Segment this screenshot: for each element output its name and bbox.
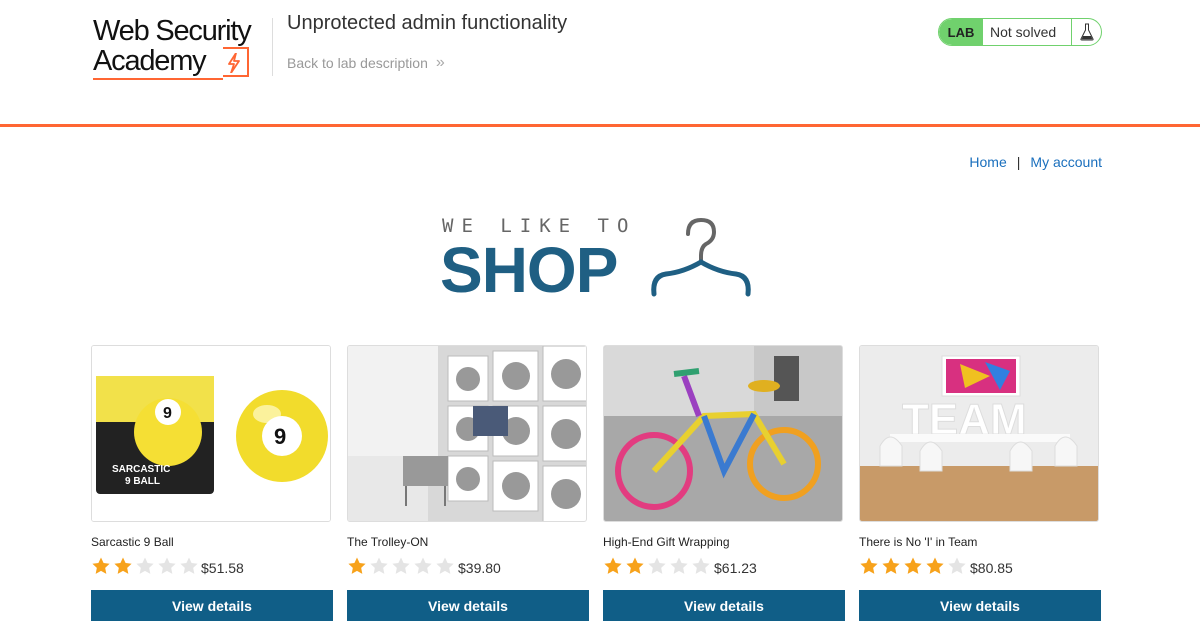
shop-hero-banner: WE LIKE TO SHOP bbox=[440, 213, 760, 308]
svg-text:9 BALL: 9 BALL bbox=[125, 476, 160, 487]
star-empty-icon bbox=[180, 557, 198, 574]
lab-title: Unprotected admin functionality bbox=[287, 12, 568, 34]
star-empty-icon bbox=[436, 557, 454, 574]
double-chevron-right-icon: » bbox=[435, 54, 445, 71]
lab-badge: LAB bbox=[939, 19, 983, 45]
product-price: $51.58 bbox=[201, 560, 244, 576]
star-filled-icon bbox=[926, 557, 944, 574]
logo-underline bbox=[93, 78, 223, 80]
star-filled-icon bbox=[114, 557, 132, 574]
star-empty-icon bbox=[948, 557, 966, 574]
my-account-link[interactable]: My account bbox=[1030, 154, 1102, 170]
top-navigation: Home | My account bbox=[969, 154, 1102, 170]
star-empty-icon bbox=[670, 557, 688, 574]
product-name: High-End Gift Wrapping bbox=[603, 535, 730, 549]
product-rating bbox=[859, 555, 969, 577]
lab-status-widget: LAB Not solved bbox=[938, 18, 1102, 46]
laundromat-trolley-image[interactable] bbox=[347, 345, 587, 522]
svg-text:9: 9 bbox=[163, 405, 172, 422]
star-empty-icon bbox=[136, 557, 154, 574]
logo-line-1: Web Security bbox=[93, 15, 252, 47]
product-name: The Trolley-ON bbox=[347, 535, 429, 549]
hero-title: SHOP bbox=[440, 234, 618, 306]
view-details-button[interactable]: View details bbox=[347, 590, 589, 621]
knitted-bicycle-image[interactable] bbox=[603, 345, 843, 522]
web-security-academy-logo[interactable]: Web Security Academy bbox=[93, 14, 273, 84]
view-details-button[interactable]: View details bbox=[859, 590, 1101, 621]
product-price: $80.85 bbox=[970, 560, 1013, 576]
product-price: $39.80 bbox=[458, 560, 501, 576]
star-filled-icon bbox=[92, 557, 110, 574]
lab-status-text: Not solved bbox=[990, 24, 1057, 40]
star-filled-icon bbox=[348, 557, 366, 574]
star-empty-icon bbox=[370, 557, 388, 574]
star-empty-icon bbox=[414, 557, 432, 574]
svg-text:9: 9 bbox=[274, 424, 286, 449]
home-link[interactable]: Home bbox=[969, 154, 1006, 170]
svg-text:SARCASTIC: SARCASTIC bbox=[112, 464, 170, 475]
star-filled-icon bbox=[882, 557, 900, 574]
star-filled-icon bbox=[626, 557, 644, 574]
star-empty-icon bbox=[692, 557, 710, 574]
star-empty-icon bbox=[392, 557, 410, 574]
back-to-lab-description-link[interactable]: Back to lab description » bbox=[287, 54, 445, 72]
product-price: $61.23 bbox=[714, 560, 757, 576]
sarcastic-9-ball-image[interactable]: 9 SARCASTIC 9 BALL 9 bbox=[91, 345, 331, 522]
flask-icon bbox=[1071, 19, 1101, 45]
product-rating bbox=[347, 555, 457, 577]
product-name: There is No 'I' in Team bbox=[859, 535, 978, 549]
star-filled-icon bbox=[860, 557, 878, 574]
view-details-button[interactable]: View details bbox=[91, 590, 333, 621]
product-name: Sarcastic 9 Ball bbox=[91, 535, 174, 549]
clothes-hanger-icon bbox=[651, 217, 751, 297]
star-empty-icon bbox=[648, 557, 666, 574]
star-filled-icon bbox=[904, 557, 922, 574]
nav-separator: | bbox=[1016, 154, 1021, 170]
logo-line-2: Academy bbox=[93, 45, 207, 77]
product-rating bbox=[91, 555, 201, 577]
site-header: Web Security Academy Unprotected admin f… bbox=[0, 0, 1200, 127]
star-empty-icon bbox=[158, 557, 176, 574]
back-link-label: Back to lab description bbox=[287, 55, 428, 71]
team-sign-image[interactable]: TEAM bbox=[859, 345, 1099, 522]
view-details-button[interactable]: View details bbox=[603, 590, 845, 621]
lightning-icon bbox=[223, 47, 249, 77]
product-rating bbox=[603, 555, 713, 577]
header-divider bbox=[272, 18, 273, 76]
star-filled-icon bbox=[604, 557, 622, 574]
